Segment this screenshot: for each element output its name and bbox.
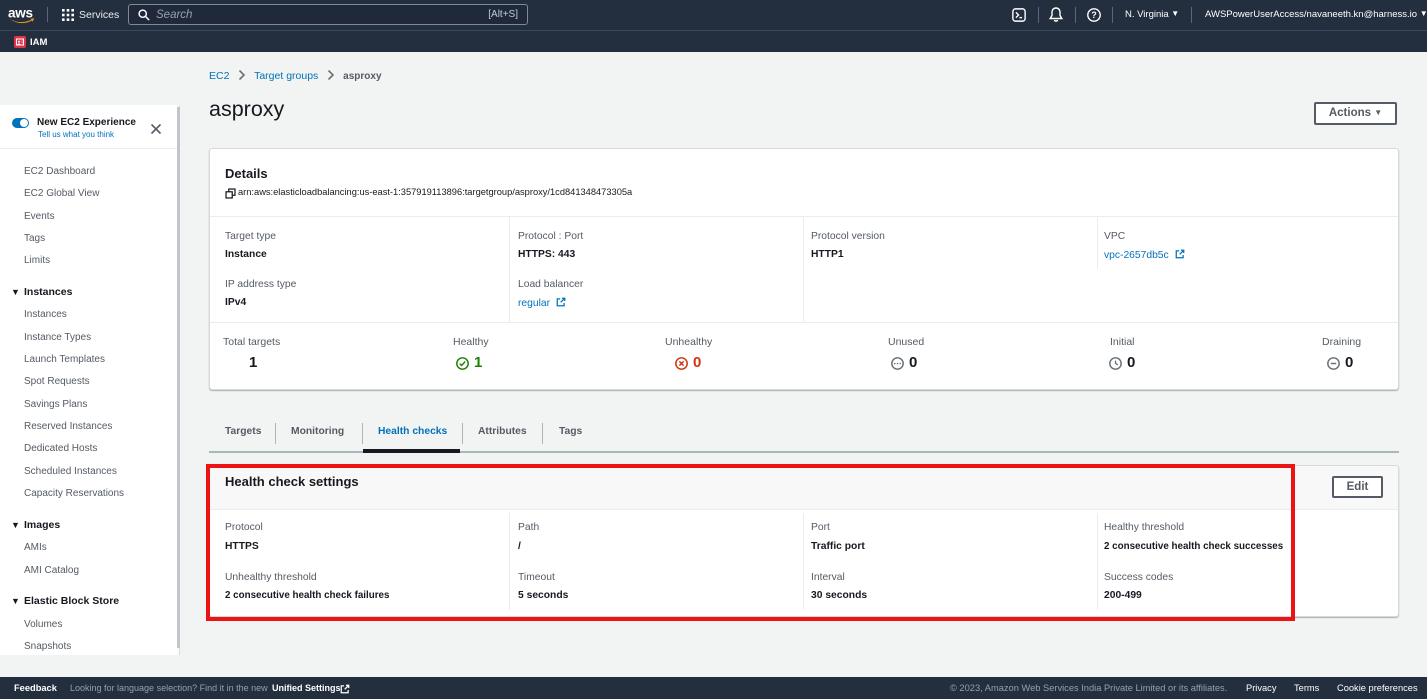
- svg-text:aws: aws: [8, 6, 33, 21]
- svg-text:?: ?: [1091, 10, 1097, 20]
